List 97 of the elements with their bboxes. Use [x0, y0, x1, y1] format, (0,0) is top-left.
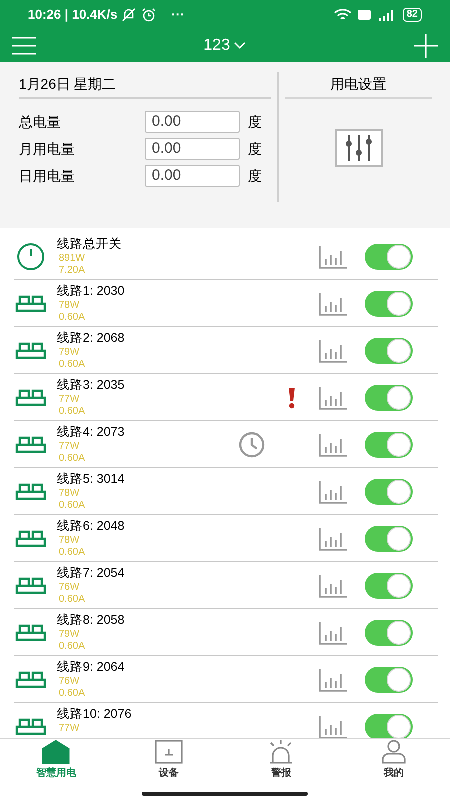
line-name: 线路9: 2064: [57, 660, 126, 675]
meter-label: 月用电量: [19, 140, 76, 158]
power-reading: 891W: [59, 253, 86, 265]
current-reading: 0.60A: [59, 453, 86, 465]
toggle-switch[interactable]: [365, 384, 413, 410]
user-icon: [380, 740, 408, 764]
line-name: 线路3: 2035: [57, 378, 126, 393]
power-strip-icon: [15, 342, 47, 360]
power-reading: 78W: [59, 300, 81, 312]
power-strip-icon: [15, 670, 47, 688]
current-reading: 0.60A: [59, 547, 86, 559]
line-name: 线路8: 2058: [57, 613, 126, 628]
power-strip-icon: [15, 624, 47, 642]
current-reading: 0.60A: [59, 500, 86, 512]
toggle-switch[interactable]: [365, 290, 413, 316]
menu-icon[interactable]: [12, 37, 36, 55]
power-strip-icon: [15, 294, 47, 312]
line-name: 线路6: 2048: [57, 519, 126, 534]
bar-chart-icon[interactable]: [319, 292, 347, 316]
current-reading: 0.60A: [59, 312, 86, 324]
toggle-switch[interactable]: [365, 714, 413, 738]
line-name: 线路10: 2076: [57, 707, 133, 722]
power-strip-icon: [15, 482, 47, 500]
nav-tab[interactable]: 智慧用电: [0, 740, 112, 781]
bar-chart-icon[interactable]: [319, 244, 347, 268]
unit-label: 度: [248, 140, 262, 158]
current-reading: 0.60A: [59, 641, 86, 653]
unit-label: 度: [248, 112, 262, 132]
nav-tab[interactable]: 警报: [225, 740, 338, 781]
meter-field: 0.00: [145, 138, 240, 160]
bar-chart-icon[interactable]: [319, 668, 347, 692]
settings-button[interactable]: [334, 129, 382, 167]
chevron-down-icon: [234, 42, 246, 50]
signal-icon: [376, 8, 395, 22]
bar-chart-icon[interactable]: [319, 714, 347, 738]
toggle-switch[interactable]: [365, 244, 413, 270]
bar-chart-icon[interactable]: [319, 432, 347, 456]
current-reading: 0.60A: [59, 406, 86, 418]
wifi-icon: [334, 8, 352, 22]
meter-field: 0.00: [145, 111, 240, 133]
line-name: 线路5: 3014: [57, 472, 126, 487]
toggle-switch[interactable]: [365, 432, 413, 458]
power-reading: 78W: [59, 535, 81, 547]
nav-tab[interactable]: 我的: [338, 740, 450, 781]
unit-label: 度: [248, 166, 262, 186]
power-reading: 79W: [59, 629, 81, 641]
home-icon: [42, 740, 70, 764]
power-reading: 76W: [59, 676, 81, 688]
power-strip-icon: [15, 576, 47, 594]
current-reading: 0.60A: [59, 688, 86, 700]
toggle-switch[interactable]: [365, 666, 413, 692]
bar-chart-icon[interactable]: [319, 620, 347, 644]
power-strip-icon: [15, 436, 47, 454]
current-reading: 0.60A: [59, 594, 86, 606]
sliders-icon: [346, 134, 372, 162]
bell-off-icon: [122, 8, 136, 22]
power-reading: 79W: [59, 347, 81, 359]
power-reading: 77W: [59, 394, 81, 406]
line-name: 线路总开关: [57, 237, 123, 252]
power-reading: 77W: [59, 441, 81, 453]
power-strip-icon: [15, 718, 47, 736]
settings-title: 用电设置: [285, 74, 432, 99]
alarm-clock-icon: [142, 8, 156, 22]
meter-label: 总电量: [19, 112, 62, 132]
power-reading: 78W: [59, 488, 81, 500]
toggle-switch[interactable]: [365, 338, 413, 364]
power-icon: [15, 242, 47, 270]
bar-chart-icon[interactable]: [319, 386, 347, 410]
bar-chart-icon[interactable]: [319, 574, 347, 598]
power-strip-icon: [15, 388, 47, 406]
current-reading: 0.60A: [59, 359, 86, 371]
battery-indicator: 82: [402, 8, 422, 22]
toggle-switch[interactable]: [365, 620, 413, 646]
status-more: ···: [172, 6, 185, 24]
bar-chart-icon[interactable]: [319, 480, 347, 504]
power-strip-icon: [15, 530, 47, 548]
date-label: 1月26日 星期二: [19, 74, 271, 99]
add-icon[interactable]: [414, 34, 438, 58]
power-reading: 76W: [59, 582, 81, 594]
line-name: 线路2: 2068: [57, 331, 126, 346]
bar-chart-icon[interactable]: [319, 338, 347, 362]
toggle-switch[interactable]: [365, 572, 413, 598]
line-name: 线路7: 2054: [57, 566, 126, 581]
meter-label: 日用电量: [19, 166, 76, 186]
nav-tab[interactable]: 设备: [112, 740, 225, 781]
device-selector[interactable]: 123: [204, 34, 246, 58]
toggle-switch[interactable]: [365, 526, 413, 552]
bar-chart-icon[interactable]: [319, 526, 347, 550]
current-reading: 7.20A: [59, 265, 86, 277]
toggle-switch[interactable]: [365, 478, 413, 504]
monitor-icon: [154, 740, 183, 764]
line-name: 线路1: 2030: [57, 284, 126, 299]
status-time: 10:26 | 10.4K/s: [28, 6, 118, 24]
clock-icon[interactable]: [237, 432, 267, 458]
power-reading: 77W: [59, 723, 81, 735]
meter-field: 0.00: [145, 165, 240, 187]
line-name: 线路4: 2073: [57, 425, 126, 440]
